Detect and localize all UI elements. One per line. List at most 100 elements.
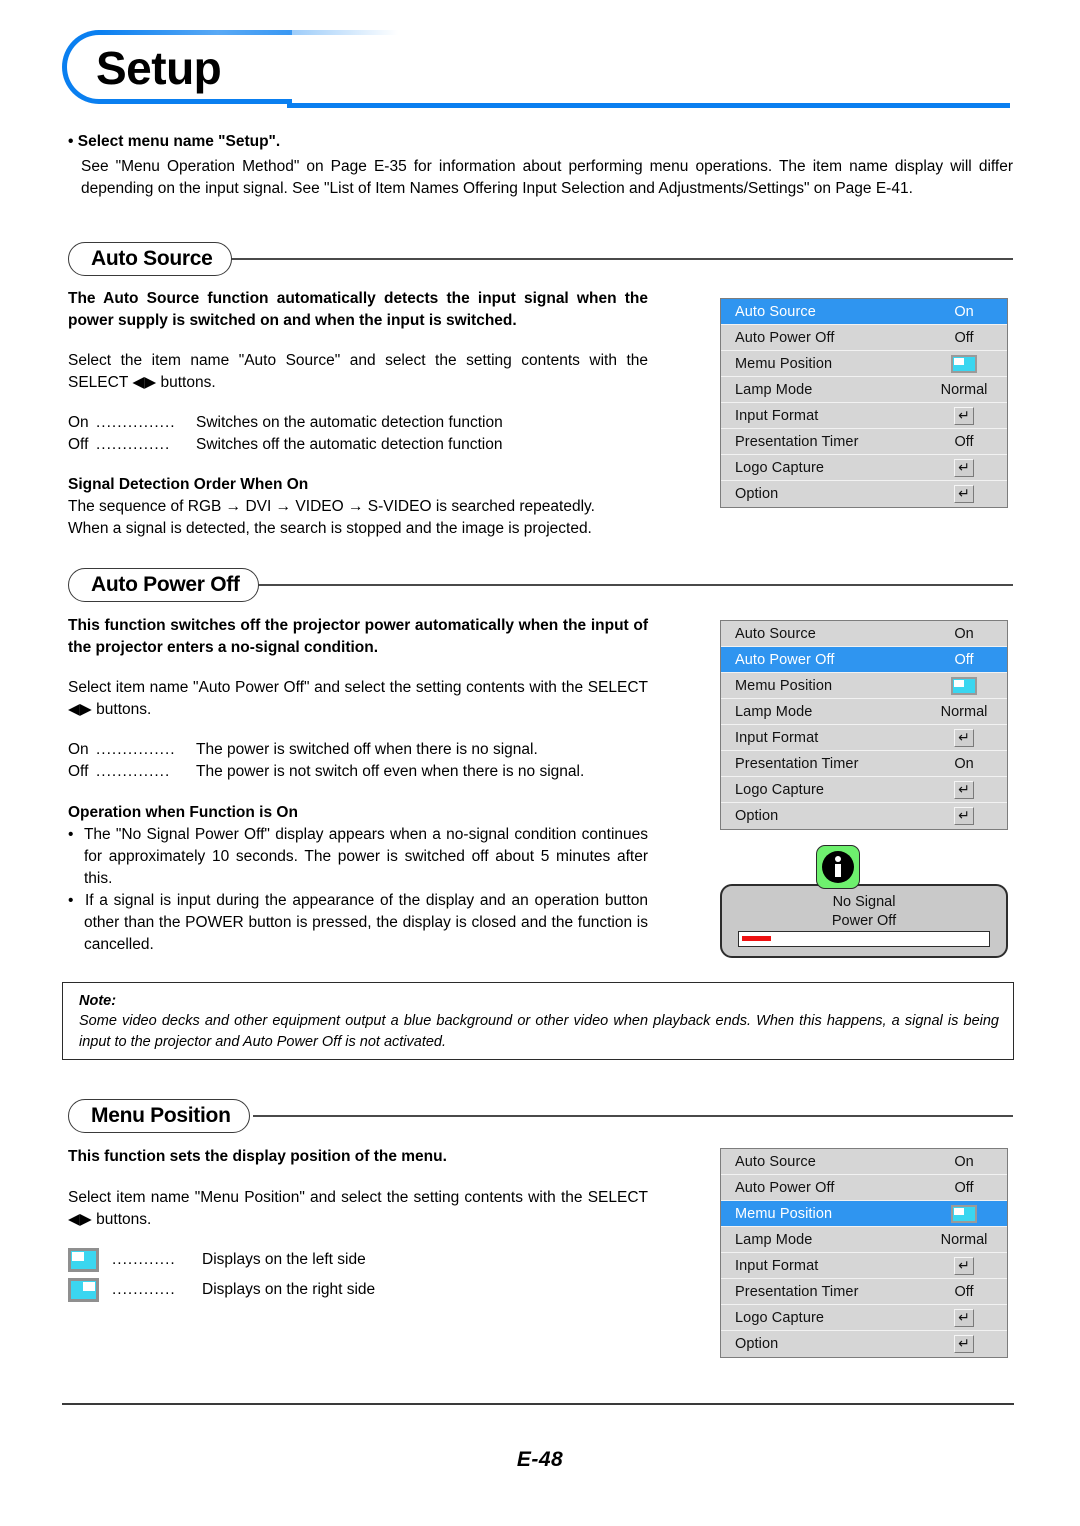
osd-row[interactable]: Auto Power Off Off (721, 647, 1007, 673)
no-signal-line2: Power Off (831, 913, 897, 929)
osd-row-value[interactable] (935, 728, 993, 747)
info-icon-glyph (822, 851, 854, 883)
no-signal-power-off-dialog: No Signal Power Off (720, 845, 1008, 960)
osd-row[interactable]: Memu Position (721, 351, 1007, 377)
osd-row-label: Logo Capture (735, 1309, 825, 1326)
option-value: The power is not switch off even when th… (196, 763, 585, 780)
page-title-banner: Setup (62, 30, 1010, 108)
osd-row[interactable]: Auto Source On (721, 299, 1007, 325)
enter-key-icon (954, 780, 974, 799)
osd-row[interactable]: Option (721, 481, 1007, 507)
osd-row-label: Auto Source (735, 625, 816, 642)
no-signal-message: No Signal Power Off (722, 893, 1006, 931)
enter-key-icon (954, 1308, 974, 1327)
osd-row[interactable]: Auto Power Off Off (721, 325, 1007, 351)
osd-row-value[interactable]: On (935, 756, 993, 772)
menu-position-instruction: Select item name "Menu Position" and sel… (68, 1189, 648, 1228)
auto-power-off-instruction: Select item name "Auto Power Off" and se… (68, 679, 648, 718)
osd-value-text: Off (954, 329, 974, 346)
bullet-text: If a signal is input during the appearan… (84, 892, 649, 953)
osd-row-value[interactable]: Off (935, 652, 993, 668)
osd-row-value[interactable] (935, 1335, 993, 1353)
intro-block: • Select menu name "Setup". See "Menu Op… (68, 132, 1013, 199)
osd-row[interactable]: Auto Source On (721, 621, 1007, 647)
intro-body: See "Menu Operation Method" on Page E-35… (81, 158, 1013, 197)
option-dots: ............... (96, 414, 176, 431)
osd-row[interactable]: Presentation Timer Off (721, 429, 1007, 455)
menu-position-options: ............ Displays on the left side .… (68, 1248, 668, 1308)
osd-row[interactable]: Memu Position (721, 1201, 1007, 1227)
osd-value-text: Off (954, 1179, 974, 1196)
osd-row-value[interactable]: Normal (935, 1232, 993, 1248)
osd-row-value[interactable]: Off (935, 1180, 993, 1196)
osd-row[interactable]: Lamp Mode Normal (721, 1227, 1007, 1253)
osd-row[interactable]: Lamp Mode Normal (721, 377, 1007, 403)
osd-row[interactable]: Presentation Timer On (721, 751, 1007, 777)
option-value: Displays on the right side (202, 1281, 376, 1299)
osd-row-value[interactable]: Normal (935, 704, 993, 720)
osd-row-value[interactable]: On (935, 626, 993, 642)
osd-row-value[interactable] (935, 807, 993, 825)
osd-row-value[interactable]: On (935, 1154, 993, 1170)
osd-row[interactable]: Option (721, 1331, 1007, 1357)
osd-row-value[interactable] (935, 1204, 993, 1223)
osd-row[interactable]: Input Format (721, 1253, 1007, 1279)
osd-row-label: Lamp Mode (735, 703, 813, 720)
osd-row-value[interactable]: Off (935, 434, 993, 450)
option-row: On ............... Switches on the autom… (68, 412, 648, 434)
osd-row[interactable]: Option (721, 803, 1007, 829)
osd-row-value[interactable] (935, 406, 993, 425)
osd-row[interactable]: Input Format (721, 725, 1007, 751)
osd-row-value[interactable] (935, 458, 993, 477)
countdown-progress-bar (738, 931, 990, 947)
osd-value-text: Off (954, 651, 974, 668)
osd-row[interactable]: Input Format (721, 403, 1007, 429)
osd-row-value[interactable] (935, 1256, 993, 1275)
osd-value-text: On (954, 303, 974, 320)
osd-row-value[interactable]: Off (935, 1284, 993, 1300)
osd-value-text: Normal (940, 1231, 988, 1248)
osd-row-label: Auto Power Off (735, 1179, 835, 1196)
menu-position-left-icon (951, 1204, 977, 1223)
osd-value-text: On (954, 755, 974, 772)
osd-row[interactable]: Logo Capture (721, 1305, 1007, 1331)
osd-row[interactable]: Lamp Mode Normal (721, 699, 1007, 725)
page-title: Setup (96, 42, 222, 94)
menu-position-left-icon (951, 676, 977, 695)
osd-row-label: Presentation Timer (735, 755, 859, 772)
auto-source-options: On ............... Switches on the autom… (68, 412, 648, 456)
osd-row[interactable]: Memu Position (721, 673, 1007, 699)
bullet-item: • The "No Signal Power Off" display appe… (68, 824, 648, 890)
osd-row-value[interactable]: Off (935, 330, 993, 346)
osd-row-value[interactable]: Normal (935, 382, 993, 398)
osd-row[interactable]: Logo Capture (721, 777, 1007, 803)
section-title: Menu Position (91, 1104, 231, 1127)
osd-row-value[interactable] (935, 485, 993, 503)
auto-power-off-subheading: Operation when Function is On (68, 804, 298, 821)
osd-row[interactable]: Auto Source On (721, 1149, 1007, 1175)
option-row: Off .............. Switches off the auto… (68, 434, 648, 456)
section-pill: Menu Position (68, 1099, 250, 1133)
enter-key-icon (954, 1335, 974, 1353)
auto-source-sub-line2: When a signal is detected, the search is… (68, 520, 592, 537)
osd-row[interactable]: Auto Power Off Off (721, 1175, 1007, 1201)
osd-menu-menu-position[interactable]: Auto Source On Auto Power Off Off Memu Posit… (720, 1148, 1008, 1358)
osd-menu-auto-power-off[interactable]: Auto Source On Auto Power Off Off Memu Posit… (720, 620, 1008, 830)
manual-page: Setup • Select menu name "Setup". See "M… (0, 0, 1080, 1526)
osd-row-value[interactable] (935, 354, 993, 373)
enter-key-icon (954, 485, 974, 503)
section-rule (218, 258, 1013, 260)
osd-row[interactable]: Presentation Timer Off (721, 1279, 1007, 1305)
osd-row-label: Memu Position (735, 355, 833, 372)
auto-source-instruction: Select the item name "Auto Source" and s… (68, 352, 648, 391)
osd-row-value[interactable]: On (935, 304, 993, 320)
option-key: On (68, 741, 89, 758)
osd-row[interactable]: Logo Capture (721, 455, 1007, 481)
option-row: Off .............. The power is not swit… (68, 761, 668, 783)
osd-row-value[interactable] (935, 1308, 993, 1327)
title-top-gradient-rule (98, 30, 398, 35)
no-signal-panel: No Signal Power Off (720, 884, 1008, 958)
osd-menu-auto-source[interactable]: Auto Source On Auto Power Off Off Memu Posit… (720, 298, 1008, 508)
osd-row-value[interactable] (935, 676, 993, 695)
osd-row-value[interactable] (935, 780, 993, 799)
